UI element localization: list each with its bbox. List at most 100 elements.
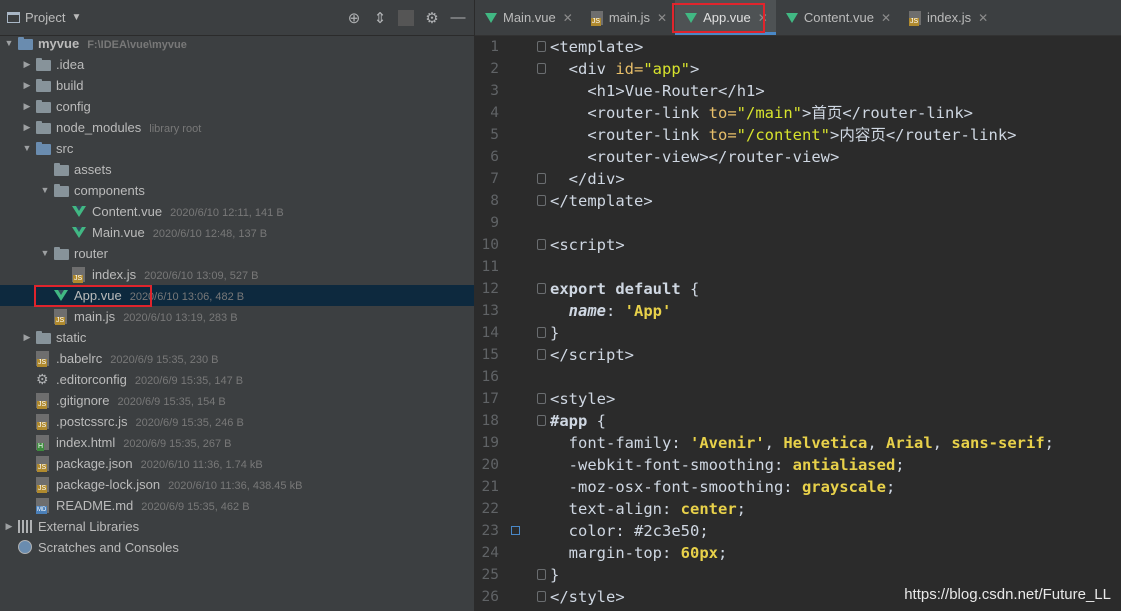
code-editor[interactable]: 1 <template> 2 <div id="app"> 3 <h1>Vue-Rou… (475, 36, 1121, 611)
tree-item[interactable]: package-lock.json 2020/6/10 11:36, 438.45… (0, 474, 474, 495)
fold-icon[interactable] (537, 591, 546, 602)
close-icon[interactable]: ✕ (563, 11, 573, 25)
chevron-right-icon[interactable]: ▶ (22, 75, 32, 96)
code-text: <router-link to="/main">首页</router-link> (550, 102, 973, 124)
tree-item[interactable]: App.vue 2020/6/10 13:06, 482 B (0, 285, 474, 306)
code-token: : (661, 500, 681, 518)
tree-item[interactable]: ▶ node_modules library root (0, 117, 474, 138)
js-file-icon (54, 309, 67, 325)
project-panel-title[interactable]: Project (25, 10, 65, 25)
chevron-down-icon[interactable]: ▼ (40, 180, 50, 201)
tab-index-js[interactable]: index.js ✕ (899, 0, 996, 35)
tree-item[interactable]: ▼ components (0, 180, 474, 201)
chevron-right-icon[interactable]: ▶ (22, 117, 32, 138)
fold-icon[interactable] (537, 173, 546, 184)
line-number: 18 (481, 413, 499, 429)
tree-item[interactable]: main.js 2020/6/10 13:19, 283 B (0, 306, 474, 327)
code-token: > (801, 104, 812, 122)
tree-item[interactable]: Content.vue 2020/6/10 12:11, 141 B (0, 201, 474, 222)
chevron-right-icon[interactable]: ▶ (22, 327, 32, 348)
code-text: } (550, 564, 559, 586)
tab-app-vue[interactable]: App.vue ✕ (675, 0, 776, 35)
tree-item[interactable]: .postcssrc.js 2020/6/9 15:35, 246 B (0, 411, 474, 432)
code-token: id= (615, 60, 644, 78)
chevron-right-icon[interactable]: ▶ (22, 96, 32, 117)
tree-item[interactable]: .gitignore 2020/6/9 15:35, 154 B (0, 390, 474, 411)
color-preview-icon (511, 526, 520, 535)
fold-icon[interactable] (537, 41, 546, 52)
code-token: </ (842, 104, 862, 122)
tree-item[interactable]: ▼ myvue F:\IDEA\vue\myvue (0, 33, 474, 54)
tree-item[interactable]: ▶ External Libraries (0, 516, 474, 537)
chevron-down-icon[interactable]: ▼ (71, 12, 81, 23)
fold-icon[interactable] (537, 195, 546, 206)
fold-icon[interactable] (537, 283, 546, 294)
code-token: > (615, 82, 625, 100)
minimize-icon[interactable]: — (450, 9, 466, 26)
code-token: </ (550, 192, 569, 210)
tree-item[interactable]: ▶ .idea (0, 54, 474, 75)
tree-item[interactable]: index.js 2020/6/10 13:09, 527 B (0, 264, 474, 285)
tree-item-label: assets (74, 162, 112, 177)
code-token: > (615, 588, 625, 606)
tree-item[interactable]: README.md 2020/6/9 15:35, 462 B (0, 495, 474, 516)
code-token: < (550, 104, 597, 122)
fold-icon[interactable] (537, 327, 546, 338)
tree-item[interactable]: Scratches and Consoles (0, 537, 474, 558)
tree-item[interactable]: ▶ build (0, 75, 474, 96)
code-text: -webkit-font-smoothing: antialiased; (550, 454, 905, 476)
tree-item-label: Scratches and Consoles (38, 540, 179, 555)
tree-item-label: node_modules (56, 120, 142, 135)
tree-item[interactable]: .babelrc 2020/6/9 15:35, 230 B (0, 348, 474, 369)
tab-main-js[interactable]: main.js ✕ (581, 0, 675, 35)
tree-item[interactable]: ▼ router (0, 243, 474, 264)
js-file-icon (36, 393, 49, 409)
fold-icon[interactable] (537, 393, 546, 404)
tab-main-vue[interactable]: Main.vue ✕ (475, 0, 581, 35)
tab-content-vue[interactable]: Content.vue ✕ (776, 0, 899, 35)
fold-icon[interactable] (537, 239, 546, 250)
line-number: 1 (490, 39, 499, 55)
chevron-right-icon[interactable]: ▶ (22, 54, 32, 75)
code-token: ; (885, 478, 896, 496)
fold-icon[interactable] (537, 415, 546, 426)
close-icon[interactable]: ✕ (978, 11, 988, 25)
chevron-down-icon[interactable]: ▼ (4, 33, 14, 54)
tree-item-label: App.vue (74, 288, 122, 303)
tree-item[interactable]: ▶ static (0, 327, 474, 348)
fold-icon[interactable] (537, 569, 546, 580)
gear-icon[interactable]: ⚙ (424, 9, 440, 27)
close-icon[interactable]: ✕ (758, 11, 768, 25)
toolbar-divider (398, 9, 414, 26)
tree-item-label: static (56, 330, 87, 345)
code-token: </ (550, 170, 588, 188)
code-token: < (550, 82, 597, 100)
project-tree: ▼ myvue F:\IDEA\vue\myvue ▶ .idea ▶ build ▶ conf… (0, 33, 474, 558)
collapse-icon[interactable]: ⇕ (372, 9, 388, 27)
fold-icon[interactable] (537, 349, 546, 360)
fold-icon[interactable] (537, 63, 546, 74)
code-token: 首页 (811, 104, 843, 122)
folder-icon (36, 142, 51, 155)
code-token: > (829, 126, 840, 144)
tree-item[interactable]: index.html 2020/6/9 15:35, 267 B (0, 432, 474, 453)
chevron-down-icon[interactable]: ▼ (22, 138, 32, 159)
js-file-icon (36, 351, 49, 367)
code-text: <router-link to="/content">内容页</router-l… (550, 124, 1016, 146)
target-icon[interactable]: ⊕ (346, 9, 362, 27)
code-token: sans-serif (951, 434, 1045, 452)
tree-item[interactable]: package.json 2020/6/10 11:36, 1.74 kB (0, 453, 474, 474)
code-token: h1 (736, 82, 756, 100)
folder-icon (54, 163, 69, 176)
close-icon[interactable]: ✕ (657, 11, 667, 25)
tree-item[interactable]: ▼ src (0, 138, 474, 159)
tree-item[interactable]: Main.vue 2020/6/10 12:48, 137 B (0, 222, 474, 243)
tree-item[interactable]: ⚙ .editorconfig 2020/6/9 15:35, 147 B (0, 369, 474, 390)
tree-item[interactable]: ▶ config (0, 96, 474, 117)
close-icon[interactable]: ✕ (881, 11, 891, 25)
chevron-right-icon[interactable]: ▶ (4, 516, 14, 537)
chevron-down-icon[interactable]: ▼ (40, 243, 50, 264)
tree-item[interactable]: assets (0, 159, 474, 180)
tree-item-label: .postcssrc.js (56, 414, 128, 429)
code-line: 2 <div id="app"> (475, 58, 1121, 80)
